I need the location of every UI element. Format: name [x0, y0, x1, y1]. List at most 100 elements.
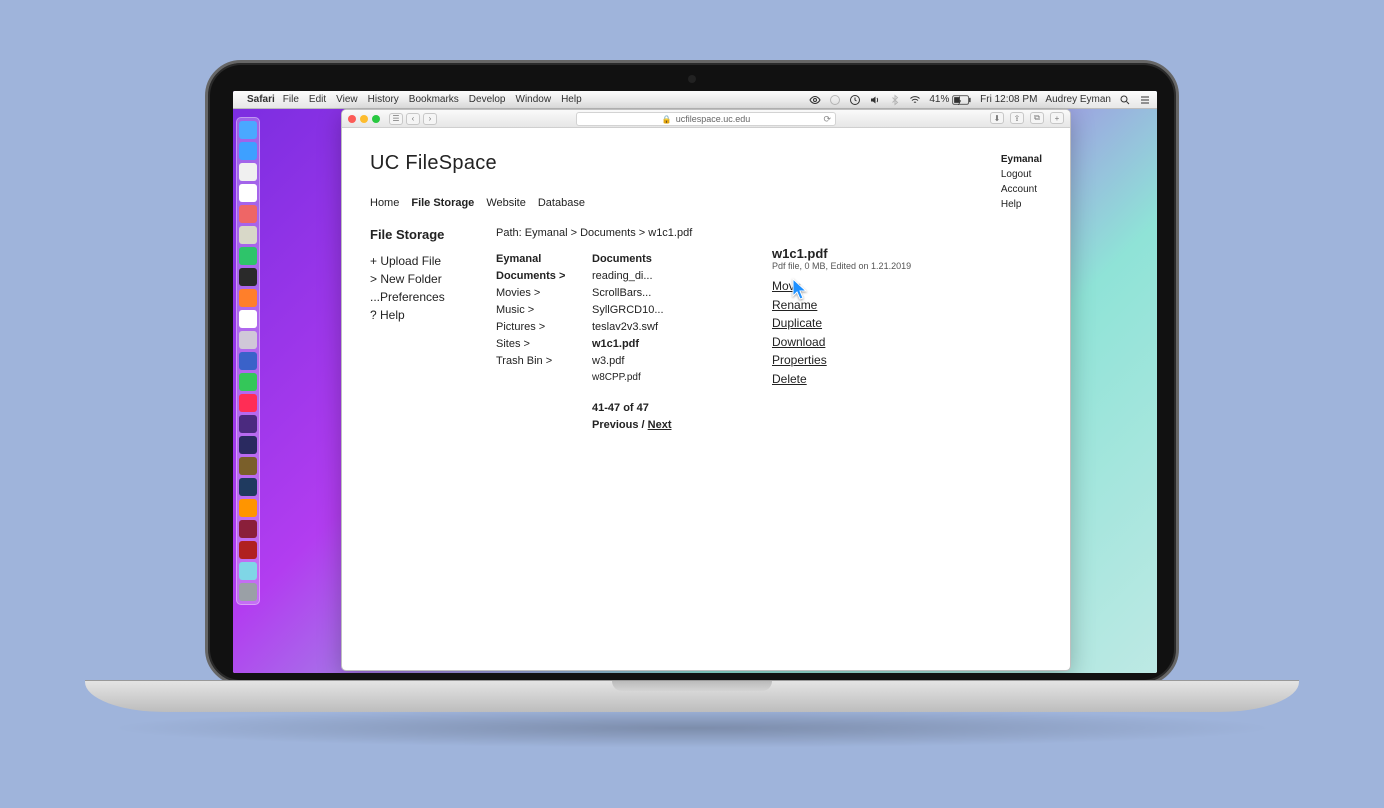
file-item[interactable]: SyllGRCD10...: [592, 302, 702, 319]
sidebar-toggle-button[interactable]: ☰: [389, 113, 403, 125]
usernav-username: Eymanal: [1001, 152, 1042, 167]
dock-app-icon[interactable]: [239, 142, 257, 160]
menu-icon[interactable]: [1139, 94, 1151, 106]
nav-website[interactable]: Website: [486, 197, 526, 209]
dock-app-icon[interactable]: [239, 583, 257, 601]
dock-app-icon[interactable]: [239, 121, 257, 139]
menubar-item[interactable]: Edit: [309, 94, 326, 105]
file-item[interactable]: w1c1.pdf: [592, 336, 702, 353]
folder-item[interactable]: Pictures >: [496, 319, 570, 336]
action-delete[interactable]: Delete: [772, 370, 911, 389]
dock-app-icon[interactable]: [239, 268, 257, 286]
window-zoom-button[interactable]: [372, 115, 380, 123]
site-title: UC FileSpace: [370, 152, 1042, 175]
dock-app-icon[interactable]: [239, 184, 257, 202]
dock-app-icon[interactable]: [239, 478, 257, 496]
spotlight-icon[interactable]: [1119, 94, 1131, 106]
wifi-icon[interactable]: [909, 94, 921, 106]
menubar-app-name[interactable]: Safari: [247, 94, 275, 105]
nav-home[interactable]: Home: [370, 197, 399, 209]
reload-icon[interactable]: ⟳: [823, 114, 831, 125]
pager-next[interactable]: Next: [648, 419, 672, 431]
folder-item[interactable]: Documents >: [496, 268, 570, 285]
preferences-action[interactable]: ...Preferences: [370, 288, 470, 306]
upload-file-action[interactable]: + Upload File: [370, 252, 470, 270]
file-item[interactable]: w8CPP.pdf: [592, 370, 702, 386]
dock-app-icon[interactable]: [239, 289, 257, 307]
file-item[interactable]: teslav2v3.swf: [592, 319, 702, 336]
dock: [236, 117, 260, 605]
dock-app-icon[interactable]: [239, 373, 257, 391]
eye-icon[interactable]: [809, 94, 821, 106]
dock-app-icon[interactable]: [239, 457, 257, 475]
file-item[interactable]: w3.pdf: [592, 353, 702, 370]
file-item[interactable]: reading_di...: [592, 268, 702, 285]
window-minimize-button[interactable]: [360, 115, 368, 123]
address-url: ucfilespace.uc.edu: [676, 114, 751, 124]
usernav-help[interactable]: Help: [1001, 197, 1042, 212]
dock-app-icon[interactable]: [239, 247, 257, 265]
section-title: File Storage: [370, 227, 470, 242]
camera-dot: [688, 75, 696, 83]
menubar-user[interactable]: Audrey Eyman: [1045, 94, 1111, 105]
dock-app-icon[interactable]: [239, 562, 257, 580]
dock-app-icon[interactable]: [239, 499, 257, 517]
window-close-button[interactable]: [348, 115, 356, 123]
tabs-button[interactable]: ⧉: [1030, 112, 1044, 124]
user-nav: Eymanal Logout Account Help: [1001, 152, 1042, 212]
bluetooth-icon[interactable]: [889, 94, 901, 106]
dock-app-icon[interactable]: [239, 520, 257, 538]
usernav-account[interactable]: Account: [1001, 182, 1042, 197]
nav-file-storage[interactable]: File Storage: [411, 197, 474, 209]
dock-app-icon[interactable]: [239, 415, 257, 433]
menubar-item[interactable]: View: [336, 94, 358, 105]
nav-back-button[interactable]: ‹: [406, 113, 420, 125]
menubar-item[interactable]: File: [283, 94, 299, 105]
folder-item[interactable]: Music >: [496, 302, 570, 319]
menubar-item[interactable]: Help: [561, 94, 582, 105]
action-download[interactable]: Download: [772, 333, 911, 352]
dock-app-icon[interactable]: [239, 163, 257, 181]
new-folder-action[interactable]: > New Folder: [370, 270, 470, 288]
dock-app-icon[interactable]: [239, 352, 257, 370]
folder-item[interactable]: Trash Bin >: [496, 353, 570, 370]
action-properties[interactable]: Properties: [772, 351, 911, 370]
menubar-item[interactable]: Bookmarks: [409, 94, 459, 105]
file-column-title: Documents: [592, 251, 702, 268]
action-move[interactable]: Move: [772, 277, 911, 296]
airdrop-icon[interactable]: [829, 94, 841, 106]
dock-app-icon[interactable]: [239, 541, 257, 559]
dock-app-icon[interactable]: [239, 310, 257, 328]
file-item[interactable]: ScrollBars...: [592, 285, 702, 302]
safari-window: ☰ ‹ › 🔒 ucfilespace.uc.edu ⟳ ⬇ ⇪ ⧉ +: [341, 109, 1071, 671]
downloads-button[interactable]: ⬇: [990, 112, 1004, 124]
dock-app-icon[interactable]: [239, 205, 257, 223]
address-bar[interactable]: 🔒 ucfilespace.uc.edu ⟳: [576, 112, 836, 126]
new-tab-button[interactable]: +: [1050, 112, 1064, 124]
volume-icon[interactable]: [869, 94, 881, 106]
battery-status[interactable]: 41%: [929, 94, 972, 105]
dock-app-icon[interactable]: [239, 436, 257, 454]
dock-app-icon[interactable]: [239, 394, 257, 412]
share-button[interactable]: ⇪: [1010, 112, 1024, 124]
folder-item[interactable]: Movies >: [496, 285, 570, 302]
file-details-panel: w1c1.pdf Pdf file, 0 MB, Edited on 1.21.…: [772, 246, 911, 389]
menubar-item[interactable]: Window: [516, 94, 552, 105]
pager-prev[interactable]: Previous: [592, 419, 638, 431]
help-action[interactable]: ? Help: [370, 306, 470, 324]
usernav-logout[interactable]: Logout: [1001, 167, 1042, 182]
details-meta: Pdf file, 0 MB, Edited on 1.21.2019: [772, 261, 911, 271]
nav-forward-button[interactable]: ›: [423, 113, 437, 125]
dock-app-icon[interactable]: [239, 226, 257, 244]
timemachine-icon[interactable]: [849, 94, 861, 106]
laptop-shadow: [105, 708, 1279, 748]
dock-app-icon[interactable]: [239, 331, 257, 349]
menubar-item[interactable]: History: [368, 94, 399, 105]
menubar-item[interactable]: Develop: [469, 94, 506, 105]
menubar-clock[interactable]: Fri 12:08 PM: [980, 94, 1037, 105]
details-filename: w1c1.pdf: [772, 246, 911, 261]
folder-item[interactable]: Sites >: [496, 336, 570, 353]
nav-database[interactable]: Database: [538, 197, 585, 209]
action-duplicate[interactable]: Duplicate: [772, 314, 911, 333]
action-rename[interactable]: Rename: [772, 296, 911, 315]
